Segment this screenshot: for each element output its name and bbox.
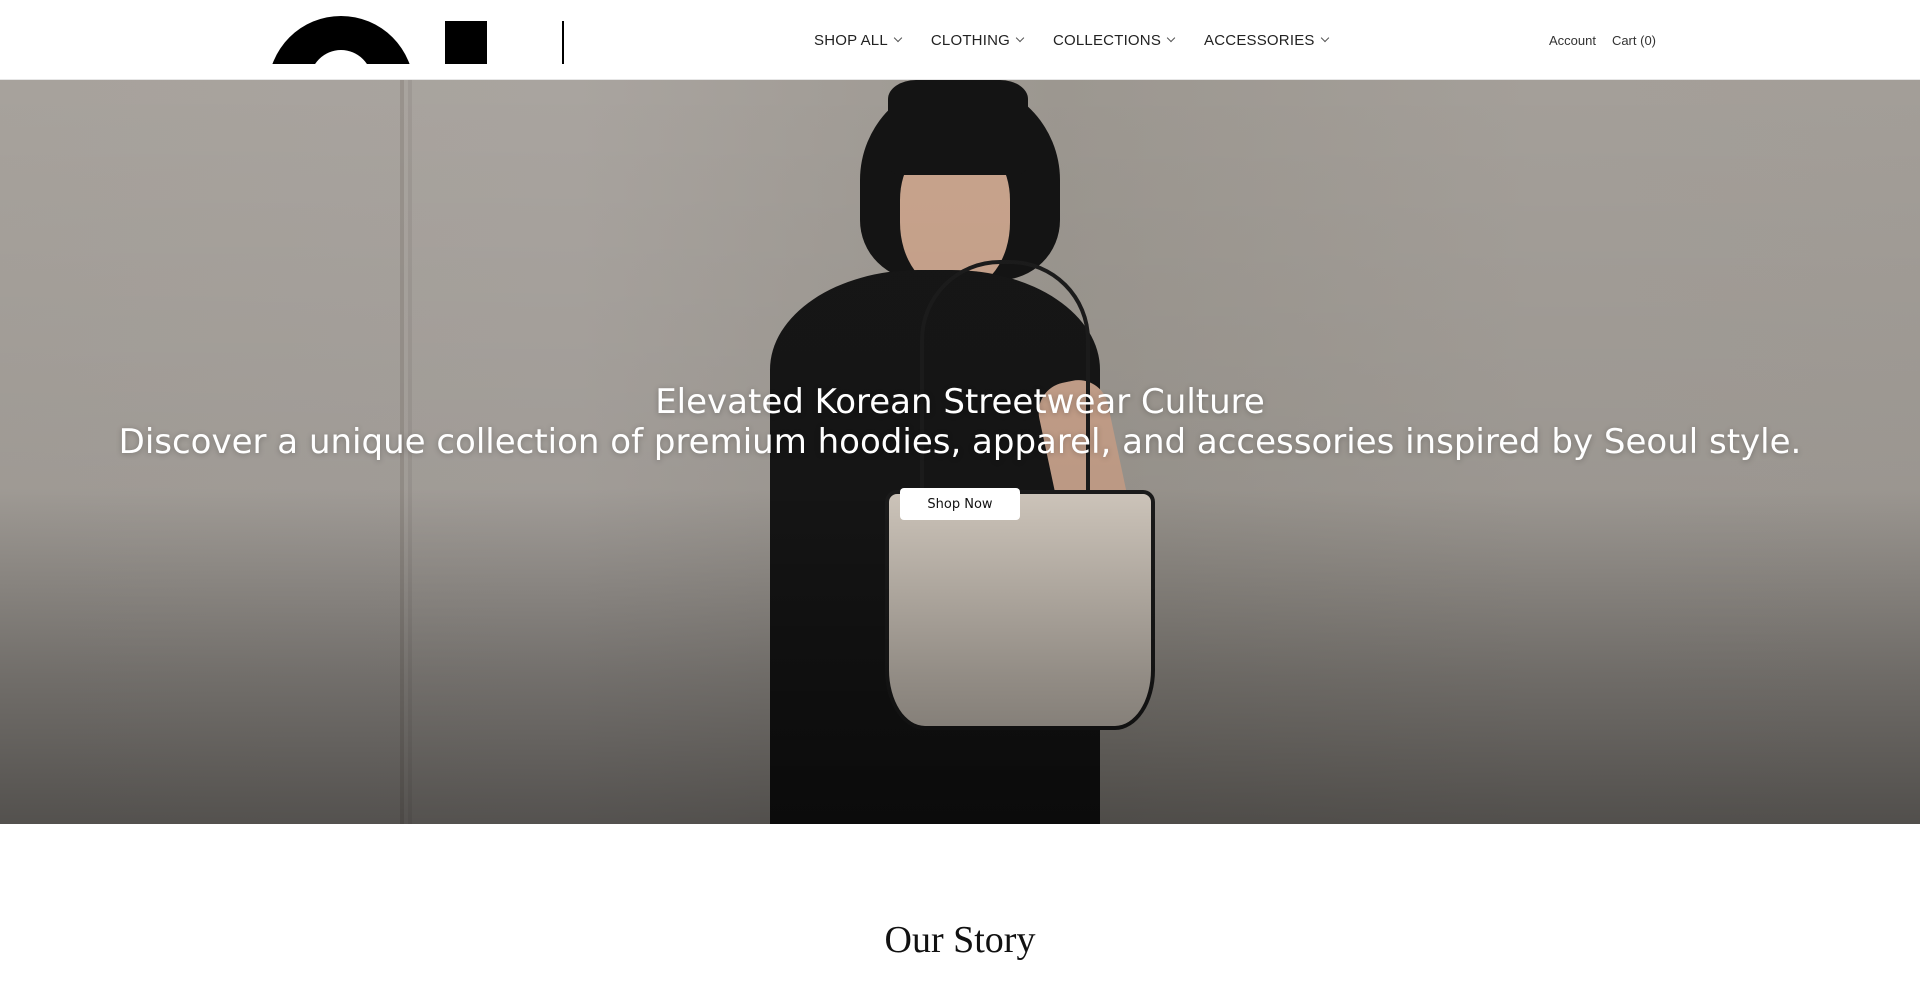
hero-title: Elevated Korean Streetwear Culture xyxy=(655,382,1265,422)
chevron-down-icon xyxy=(1015,33,1025,43)
hero-content: Elevated Korean Streetwear Culture Disco… xyxy=(0,382,1920,520)
logo-arch-shape xyxy=(268,16,414,64)
chevron-down-icon xyxy=(1320,33,1329,43)
story-section: Our Story xyxy=(0,824,1920,993)
nav-item-shop-all[interactable]: SHOP ALL xyxy=(814,31,903,49)
nav-item-accessories[interactable]: ACCESSORIES xyxy=(1204,31,1329,49)
site-header: SHOP ALL CLOTHING COLLECTIONS ACCESSORIE… xyxy=(0,0,1920,80)
account-link[interactable]: Account xyxy=(1549,33,1596,48)
nav-item-label: ACCESSORIES xyxy=(1204,31,1315,49)
hero-banner: Elevated Korean Streetwear Culture Disco… xyxy=(0,80,1920,824)
header-actions: Account Cart (0) xyxy=(1533,0,1656,80)
nav-item-label: SHOP ALL xyxy=(814,31,888,49)
shop-now-button[interactable]: Shop Now xyxy=(900,488,1020,520)
nav-item-clothing[interactable]: CLOTHING xyxy=(930,31,1025,49)
story-title: Our Story xyxy=(884,919,1036,961)
nav-item-label: CLOTHING xyxy=(930,31,1010,49)
logo-square-shape xyxy=(445,21,487,64)
logo-bar-shape xyxy=(562,21,564,64)
chevron-down-icon xyxy=(893,33,903,43)
cart-link[interactable]: Cart (0) xyxy=(1612,33,1656,48)
hero-subtitle: Discover a unique collection of premium … xyxy=(118,422,1802,462)
nav-item-collections[interactable]: COLLECTIONS xyxy=(1052,31,1176,49)
chevron-down-icon xyxy=(1166,33,1176,43)
brand-logo[interactable] xyxy=(268,14,568,66)
main-nav: SHOP ALL CLOTHING COLLECTIONS ACCESSORIE… xyxy=(814,0,1329,80)
nav-item-label: COLLECTIONS xyxy=(1052,31,1162,49)
